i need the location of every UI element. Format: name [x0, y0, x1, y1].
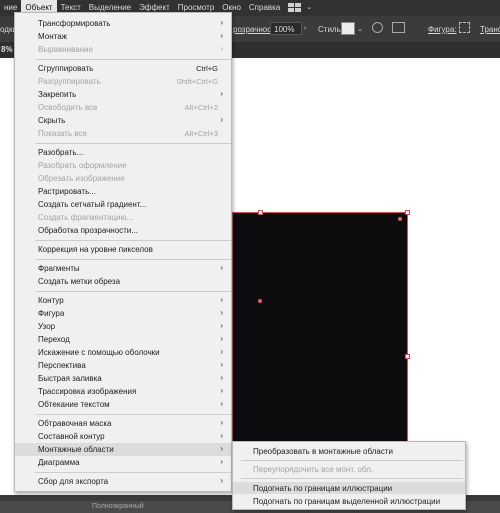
selection-handle-top[interactable] — [258, 210, 263, 215]
menu-item-expand[interactable]: Разобрать... — [15, 146, 231, 159]
menu-item-crop-image: Обрезать изображение — [38, 174, 125, 183]
menu-item-ungroup: Разгруппировать Shift+Ctrl+G — [38, 77, 218, 86]
menu-item-live-paint[interactable]: Быстрая заливка › — [15, 372, 231, 385]
opacity-field[interactable]: 100% — [270, 22, 302, 35]
opacity-dropdown-icon[interactable]: › — [304, 25, 306, 32]
menu-item-graph[interactable]: Диаграмма › — [15, 456, 231, 469]
selection-handle-top-right[interactable] — [405, 210, 410, 215]
submenu-arrow-icon: › — [220, 418, 223, 427]
submenu-arrow-icon: › — [220, 321, 223, 330]
submenu-arrow-icon: › — [220, 115, 223, 124]
submenu-arrow-icon: › — [220, 457, 223, 466]
style-dropdown-icon[interactable]: ⌄ — [357, 25, 363, 33]
menu-separator — [241, 460, 463, 461]
recolor-icon[interactable] — [372, 22, 383, 33]
menu-item-transform[interactable]: Трансформировать › — [15, 17, 231, 30]
menu-item-unlock-all: Освободить все Alt+Ctrl+2 — [38, 103, 218, 112]
menu-item-rasterize[interactable]: Растрировать... — [15, 185, 231, 198]
menu-item-crop-marks[interactable]: Создать метки обреза — [15, 275, 231, 288]
submenu-arrow-icon: › — [220, 386, 223, 395]
submenu-arrow-icon: › — [220, 399, 223, 408]
submenu-arrow-icon: › — [220, 89, 223, 98]
submenu-arrow-icon: › — [220, 476, 223, 485]
menu-item-image-trace[interactable]: Трассировка изображения › — [15, 385, 231, 398]
chevron-down-icon[interactable]: ⌄ — [302, 0, 316, 16]
menu-item-path[interactable]: Контур › — [15, 294, 231, 307]
selection-handle-right[interactable] — [405, 354, 410, 359]
screen-mode-label[interactable]: Полноэкранный — [92, 503, 144, 510]
submenu-arrow-icon: › — [220, 44, 223, 53]
submenu-arrow-icon: › — [220, 373, 223, 382]
menu-item-compound-path[interactable]: Составной контур › — [15, 430, 231, 443]
menu-item-artboards[interactable]: Монтажные области › — [15, 443, 231, 456]
submenu-item-fit-to-artwork-bounds[interactable]: Подогнать по границам иллюстрации — [233, 482, 465, 494]
center-point — [258, 299, 262, 303]
align-icon[interactable] — [392, 22, 405, 33]
submenu-item-convert-to-artboards[interactable]: Преобразовать в монтажные области — [233, 445, 465, 457]
submenu-arrow-icon: › — [220, 18, 223, 27]
menu-item-blend[interactable]: Переход › — [15, 333, 231, 346]
menu-item-group[interactable]: Сгруппировать Ctrl+G — [15, 62, 231, 75]
shape-label[interactable]: Фигура: — [428, 25, 457, 34]
menu-item-arrange[interactable]: Монтаж › — [15, 30, 231, 43]
menu-item-flatten-transparency[interactable]: Обработка прозрачности... — [15, 224, 231, 237]
menu-item-perspective[interactable]: Перспектива › — [15, 359, 231, 372]
shape-bounds-icon[interactable] — [459, 22, 470, 33]
menu-item-shape[interactable]: Фигура › — [15, 307, 231, 320]
submenu-arrow-icon: › — [220, 308, 223, 317]
menu-item-align: Выравнивание › — [38, 44, 223, 54]
menu-item-clipping-mask[interactable]: Обтравочная маска › — [15, 417, 231, 430]
workspace-layout-icon[interactable] — [288, 3, 302, 13]
menu-separator — [35, 414, 231, 415]
menu-item-show-all: Показать все Alt+Ctrl+3 — [38, 129, 218, 138]
submenu-arrow-icon: › — [220, 263, 223, 272]
style-swatch[interactable] — [341, 22, 355, 35]
submenu-arrow-icon: › — [220, 444, 223, 453]
menu-item-text-wrap[interactable]: Обтекание текстом › — [15, 398, 231, 411]
submenu-arrow-icon: › — [220, 431, 223, 440]
menu-separator — [35, 59, 231, 60]
submenu-arrow-icon: › — [220, 334, 223, 343]
menu-separator — [35, 291, 231, 292]
submenu-arrow-icon: › — [220, 295, 223, 304]
menu-item-slice[interactable]: Фрагменты › — [15, 262, 231, 275]
submenu-item-fit-to-selected-art[interactable]: Подогнать по границам выделенной иллюстр… — [233, 495, 465, 507]
menu-item-hide[interactable]: Скрыть › — [15, 114, 231, 127]
menu-separator — [35, 143, 231, 144]
menu-item-object-mosaic: Создать фрагментацию... — [38, 213, 134, 222]
menu-item-expand-appearance: Разобрать оформление — [38, 161, 127, 170]
object-menu: Трансформировать › Монтаж › Выравнивание › … — [14, 12, 232, 492]
menu-item-pattern[interactable]: Узор › — [15, 320, 231, 333]
submenu-arrow-icon: › — [220, 347, 223, 356]
style-label: Стиль: — [318, 25, 343, 34]
corner-widget[interactable] — [398, 217, 402, 221]
menu-item-collect-for-export[interactable]: Сбор для экспорта › — [15, 475, 231, 488]
menu-item-lock[interactable]: Закрепить › — [15, 88, 231, 101]
menu-separator — [35, 240, 231, 241]
transform-label[interactable]: Трансф — [480, 25, 500, 34]
menu-help[interactable]: Справка — [245, 0, 284, 16]
artboards-submenu: Преобразовать в монтажные области Переуп… — [232, 441, 466, 510]
menu-separator — [241, 478, 463, 479]
menu-item-envelope-distort[interactable]: Искажение с помощью оболочки › — [15, 346, 231, 359]
submenu-item-rearrange-artboards: Переупорядочить все монт. обл. — [253, 465, 374, 474]
menu-separator — [35, 259, 231, 260]
submenu-arrow-icon: › — [220, 360, 223, 369]
menu-separator — [35, 472, 231, 473]
menu-item-pixel-perfect[interactable]: Коррекция на уровне пикселов — [15, 243, 231, 256]
menu-item-gradient-mesh[interactable]: Создать сетчатый градиент... — [15, 198, 231, 211]
submenu-arrow-icon: › — [220, 31, 223, 40]
